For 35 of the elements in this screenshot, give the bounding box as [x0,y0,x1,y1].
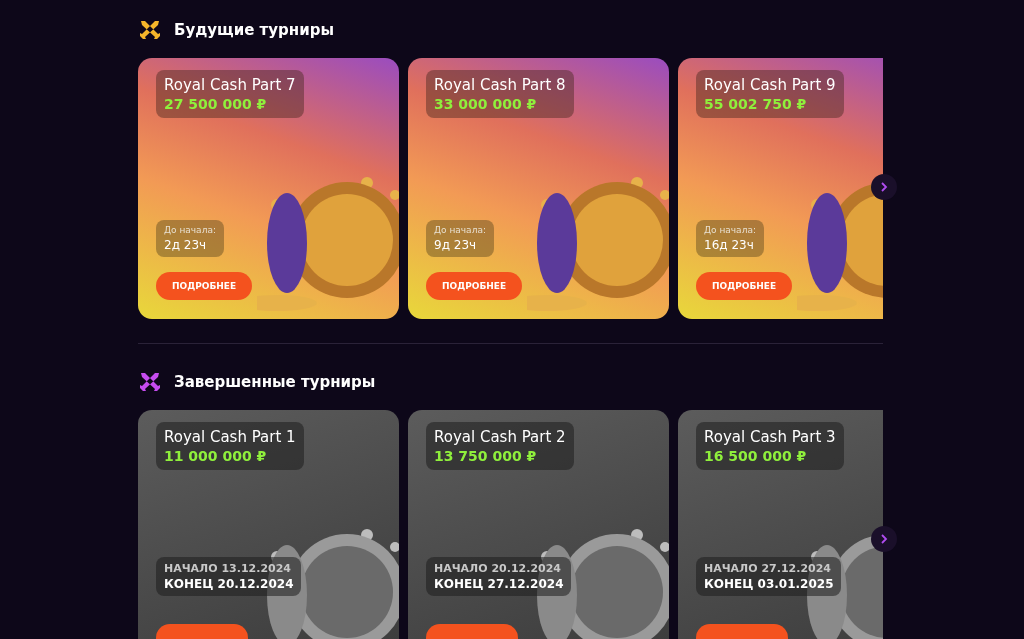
section-title: Завершенные турниры [174,373,376,391]
prize-amount: 11 000 000 ₽ [164,448,268,464]
countdown-value: 2д 23ч [164,238,208,252]
chevron-right-icon [879,534,889,544]
tournament-name: Royal Cash Part 1 [164,428,296,446]
tournament-name: Royal Cash Part 2 [434,428,566,446]
countdown-label: До начала: [434,225,486,235]
prize-amount: 16 500 000 ₽ [704,448,808,464]
section-title: Будущие турниры [174,21,334,39]
crossed-swords-icon [138,370,162,394]
end-date: КОНЕЦ 27.12.2024 [434,577,564,591]
tournament-name: Royal Cash Part 3 [704,428,836,446]
next-arrow-button[interactable] [871,174,897,200]
countdown-value: 9д 23ч [434,238,478,252]
tournament-name: Royal Cash Part 9 [704,76,836,94]
countdown-label: До начала: [164,225,216,235]
details-button[interactable]: ПОДРОБНЕЕ [696,272,793,300]
countdown-label: До начала: [704,225,756,235]
start-date: НАЧАЛО 13.12.2024 [164,562,293,575]
prize-amount: 33 000 000 ₽ [434,96,538,112]
start-date: НАЧАЛО 27.12.2024 [704,562,833,575]
chevron-right-icon [879,182,889,192]
countdown-value: 16д 23ч [704,238,755,252]
next-arrow-button[interactable] [871,526,897,552]
tournament-name: Royal Cash Part 8 [434,76,566,94]
details-button[interactable]: ПОДРОБНЕЕ [426,272,523,300]
prize-amount: 13 750 000 ₽ [434,448,538,464]
start-date: НАЧАЛО 20.12.2024 [434,562,563,575]
end-date: КОНЕЦ 20.12.2024 [164,577,294,591]
prize-amount: 27 500 000 ₽ [164,96,268,112]
end-date: КОНЕЦ 03.01.2025 [704,577,834,591]
details-button[interactable]: ПОДРОБНЕЕ [156,272,253,300]
crossed-swords-icon [138,18,162,42]
tournament-name: Royal Cash Part 7 [164,76,296,94]
prize-amount: 55 002 750 ₽ [704,96,808,112]
